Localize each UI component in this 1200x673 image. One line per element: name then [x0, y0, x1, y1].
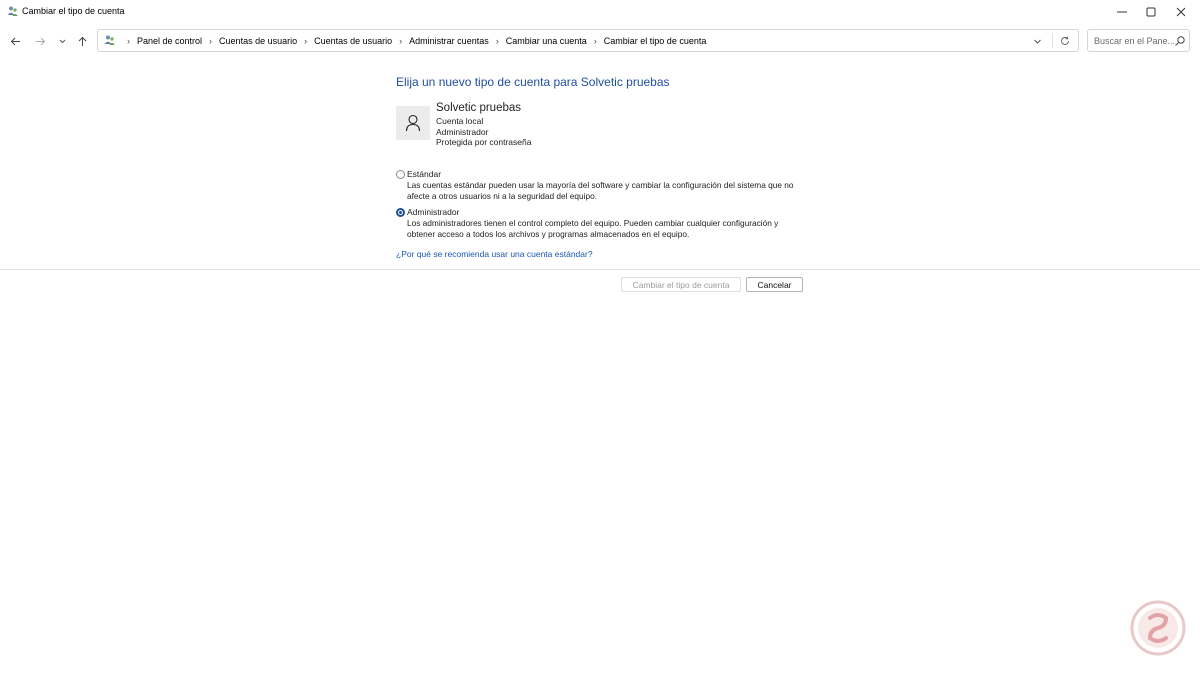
breadcrumb-item[interactable]: Administrar cuentas [409, 36, 489, 46]
account-name: Solvetic pruebas [436, 102, 522, 114]
breadcrumb: › Panel de control › Cuentas de usuario … [120, 36, 706, 46]
navigation-bar: › Panel de control › Cuentas de usuario … [0, 28, 1200, 54]
refresh-button[interactable] [1058, 34, 1072, 48]
chevron-right-icon[interactable]: › [594, 36, 597, 46]
back-button[interactable] [7, 33, 23, 49]
close-icon [1176, 7, 1186, 17]
account-role: Administrador [436, 127, 489, 137]
avatar [396, 106, 430, 140]
breadcrumb-item[interactable]: Cuentas de usuario [219, 36, 297, 46]
breadcrumb-item[interactable]: Cambiar una cuenta [506, 36, 587, 46]
administrator-label[interactable]: Administrador [407, 207, 459, 217]
breadcrumb-item[interactable]: Cuentas de usuario [314, 36, 392, 46]
forward-button[interactable] [32, 33, 48, 49]
why-standard-link[interactable]: ¿Por qué se recomienda usar una cuenta e… [396, 249, 593, 259]
user-icon [405, 114, 421, 132]
change-account-type-button[interactable]: Cambiar el tipo de cuenta [621, 277, 741, 292]
breadcrumb-item[interactable]: Panel de control [137, 36, 202, 46]
close-button[interactable] [1161, 0, 1200, 24]
address-divider [1052, 33, 1053, 48]
standard-label[interactable]: Estándar [407, 169, 441, 179]
standard-radio[interactable] [396, 170, 405, 179]
cancel-button[interactable]: Cancelar [746, 277, 803, 292]
address-bar[interactable]: › Panel de control › Cuentas de usuario … [97, 29, 1079, 52]
administrator-description: Los administradores tienen el control co… [407, 218, 779, 239]
main-content: Elija un nuevo tipo de cuenta para Solve… [0, 56, 1200, 673]
minimize-icon [1117, 11, 1127, 13]
chevron-right-icon[interactable]: › [304, 36, 307, 46]
divider [0, 269, 1200, 270]
standard-description: Las cuentas estándar pueden usar la mayo… [407, 180, 794, 201]
users-control-panel-icon [104, 35, 115, 45]
account-type: Cuenta local [436, 116, 484, 126]
chevron-right-icon[interactable]: › [496, 36, 499, 46]
address-dropdown-button[interactable] [1031, 35, 1043, 47]
chevron-down-icon [1033, 39, 1041, 44]
page-title: Elija un nuevo tipo de cuenta para Solve… [396, 75, 670, 89]
breadcrumb-item[interactable]: Cambiar el tipo de cuenta [604, 36, 707, 46]
chevron-right-icon[interactable]: › [209, 36, 212, 46]
recent-locations-button[interactable] [54, 33, 70, 49]
arrow-up-icon [78, 36, 86, 46]
chevron-right-icon[interactable]: › [399, 36, 402, 46]
refresh-icon [1061, 36, 1069, 45]
administrator-radio[interactable] [396, 208, 405, 217]
chevron-down-icon [59, 39, 65, 43]
search-input[interactable]: Buscar en el Pane... [1087, 29, 1190, 52]
maximize-icon [1146, 7, 1156, 17]
watermark-logo-icon [1130, 600, 1186, 656]
up-button[interactable] [74, 33, 90, 49]
arrow-right-icon [35, 37, 45, 45]
title-bar: Cambiar el tipo de cuenta [0, 0, 1200, 24]
chevron-right-icon: › [127, 36, 130, 46]
arrow-left-icon [10, 37, 20, 45]
window-title: Cambiar el tipo de cuenta [22, 6, 125, 16]
search-placeholder: Buscar en el Pane... [1094, 36, 1176, 46]
search-icon [1175, 36, 1185, 46]
account-protection: Protegida por contraseña [436, 137, 532, 147]
users-control-panel-icon [7, 6, 18, 16]
